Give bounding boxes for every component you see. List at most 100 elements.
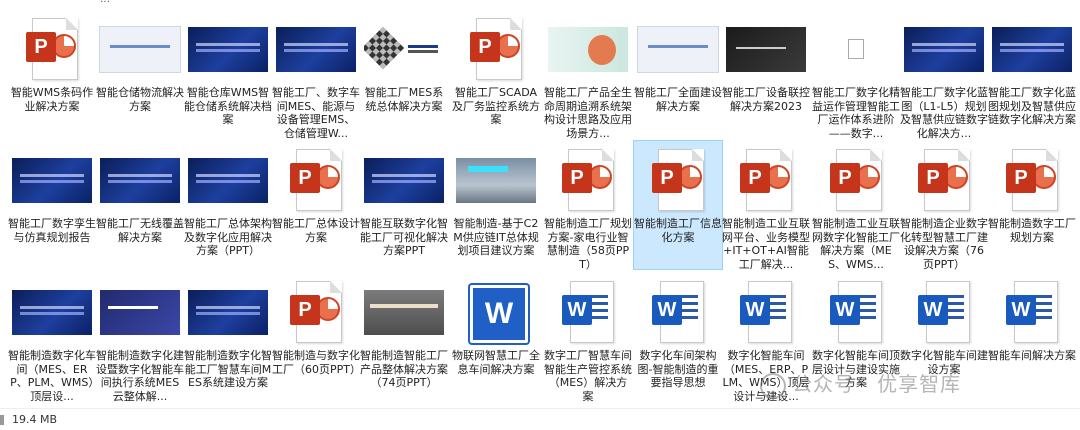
watermark: 公众号 · 优享智库: [760, 368, 961, 399]
file-thumbnail: [98, 275, 182, 349]
file-name: 智能制造工业互联网数字化智能工厂解决方案（MES、WMS...: [812, 217, 900, 271]
status-bar-marker: [0, 415, 4, 425]
file-item[interactable]: W 数字化车间架构图-智能制造的重要指导思想: [634, 273, 722, 401]
file-item[interactable]: P 智能工厂SCADA及厂务监控系统方案: [452, 10, 540, 138]
file-item[interactable]: W 数字工厂智慧车间智能生产管控系统（MES）解决方案: [544, 273, 632, 403]
file-item[interactable]: 智能制造数字化建设暨数字化智能车间执行系统MES云整体解...: [96, 273, 184, 403]
powerpoint-file-icon: P: [470, 18, 522, 80]
file-name: 智能工厂产品全生命周期追溯系统架构设计思路及应用场景方...: [544, 86, 632, 140]
file-thumbnail: P: [274, 143, 358, 217]
slide-preview-image: [12, 157, 92, 203]
powerpoint-file-icon: P: [26, 18, 78, 80]
file-item[interactable]: P 智能制造与数字化工厂（60页PPT）: [272, 273, 360, 401]
file-item[interactable]: 智能制造智能工厂产品整体解决方案（74页PPT）: [360, 273, 448, 401]
file-thumbnail: [10, 143, 94, 217]
file-name: 智能制造企业数字化转型智慧工厂建设解决方案（76页PPT）: [900, 217, 988, 271]
file-item[interactable]: 智能工厂设备联控解决方案2023: [722, 10, 810, 138]
file-name: 智能制造智能工厂产品整体解决方案（74页PPT）: [360, 349, 448, 389]
file-name: 智能工厂全面建设解决方案: [634, 86, 722, 113]
powerpoint-file-icon: P: [562, 149, 614, 211]
file-thumbnail: [186, 143, 270, 217]
file-thumbnail: P: [546, 143, 630, 217]
word-file-icon: W: [740, 281, 792, 343]
file-item[interactable]: 智能仓储物流解决方案: [96, 10, 184, 138]
slide-preview-image: [100, 289, 180, 335]
powerpoint-file-icon: P: [740, 149, 792, 211]
powerpoint-file-icon: P: [918, 149, 970, 211]
file-name: 智能WMS条码作业解决方案: [10, 86, 94, 113]
file-name: 智能制造工业互联网平台、业务模型+IT+OT+AI智能工厂解决...: [722, 217, 810, 271]
slide-preview-image: [456, 157, 536, 203]
slide-preview-image: [188, 157, 268, 203]
file-name: 智能工厂数字化精益运作管理智能工厂运作体系进阶——数字...: [812, 86, 900, 140]
top-cutoff-strip: …: [0, 0, 1080, 8]
file-thumbnail: [10, 275, 94, 349]
file-thumbnail: [362, 12, 446, 86]
slide-preview-image: [364, 157, 444, 203]
file-item[interactable]: 智能工厂数字化蓝图规划及智慧供应链数字化解决方案: [988, 10, 1076, 138]
file-name: 物联网智慧工厂全息车间解决方案: [452, 349, 540, 376]
file-item[interactable]: 智能制造数字化智能工厂智慧车间MES系统建设方案: [184, 273, 272, 401]
file-item[interactable]: P 智能制造企业数字化转型智慧工厂建设解决方案（76页PPT）: [900, 141, 988, 271]
file-item[interactable]: 智能工厂数字孪生与仿真规划报告: [8, 141, 96, 269]
file-name: 智能工厂无线覆盖解决方案: [96, 217, 184, 244]
file-item[interactable]: 智能工厂、数字车间MES、能源与设备管理EMS、仓储管理W...: [272, 10, 360, 140]
file-thumbnail: [362, 143, 446, 217]
file-item[interactable]: P 智能制造工厂信息化方案: [633, 140, 723, 270]
file-name: 智能互联数字化智能工厂可视化解决方案PPT: [360, 217, 448, 257]
file-item[interactable]: 智能工厂总体架构及数字化应用解决方案（PPT）: [184, 141, 272, 269]
slide-preview-image: [276, 26, 356, 72]
powerpoint-file-icon: P: [290, 281, 342, 343]
file-item[interactable]: 智能互联数字化智能工厂可视化解决方案PPT: [360, 141, 448, 269]
file-name: 智能车间解决方案: [988, 349, 1076, 362]
file-grid: P 智能WMS条码作业解决方案 智能仓储物流解决方案 智能仓库WMS智能仓储系统解决档…: [0, 8, 1080, 408]
file-item[interactable]: 智能工厂数字化精益运作管理智能工厂运作体系进阶——数字...: [812, 10, 900, 140]
word-file-icon: W: [830, 281, 882, 343]
file-item[interactable]: 智能工厂无线覆盖解决方案: [96, 141, 184, 269]
file-item[interactable]: 智能制造数字化车间（MES、ERP、PLM、WMS）顶层设...: [8, 273, 96, 403]
file-item[interactable]: P 智能制造工业互联网平台、业务模型+IT+OT+AI智能工厂解决...: [722, 141, 810, 271]
word-file-icon: W: [652, 281, 704, 343]
slide-preview-image: [188, 26, 268, 72]
slide-preview-image: [188, 289, 268, 335]
file-name: 智能工厂总体架构及数字化应用解决方案（PPT）: [184, 217, 272, 257]
file-name: 智能制造数字化车间（MES、ERP、PLM、WMS）顶层设...: [8, 349, 96, 403]
file-name: 智能工厂数字化蓝图（L1-L5）规划及智慧供应链数字化解决方...: [900, 86, 988, 140]
file-item[interactable]: 智能制造-基于C2M供应链IT总体规划项目建议方案: [452, 141, 540, 269]
file-thumbnail: [186, 275, 270, 349]
file-name: 智能工厂MES系统总体解决方案: [364, 86, 444, 113]
file-item[interactable]: 智能工厂产品全生命周期追溯系统架构设计思路及应用场景方...: [544, 10, 632, 140]
file-thumbnail: W: [546, 275, 630, 349]
file-item[interactable]: 智能工厂数字化蓝图（L1-L5）规划及智慧供应链数字化解决方...: [900, 10, 988, 140]
file-item[interactable]: P 智能制造工业互联网数字化智能工厂解决方案（MES、WMS...: [812, 141, 900, 271]
file-thumbnail: W: [902, 275, 986, 349]
file-name: 智能制造数字工厂规划方案: [988, 217, 1076, 244]
file-name: 智能工厂数字化蓝图规划及智慧供应链数字化解决方案: [988, 86, 1076, 126]
slide-preview-image: [364, 26, 444, 72]
file-thumbnail: P: [454, 12, 538, 86]
file-item[interactable]: 智能仓库WMS智能仓储系统解决档案: [184, 10, 272, 138]
file-item[interactable]: W 物联网智慧工厂全息车间解决方案: [452, 273, 540, 401]
word-file-icon: W: [562, 281, 614, 343]
file-name: 智能仓库WMS智能仓储系统解决档案: [184, 86, 272, 126]
file-name: 智能制造数字化建设暨数字化智能车间执行系统MES云整体解...: [96, 349, 184, 403]
file-thumbnail: P: [10, 12, 94, 86]
file-name: 智能制造与数字化工厂（60页PPT）: [272, 349, 360, 376]
file-thumbnail: W: [454, 275, 538, 349]
file-thumbnail: P: [274, 275, 358, 349]
file-name: 智能制造工厂规划方案-家电行业智慧制造（58页PPT）: [544, 217, 632, 271]
file-item[interactable]: W 智能车间解决方案: [988, 273, 1076, 401]
file-item[interactable]: 智能工厂MES系统总体解决方案: [360, 10, 448, 138]
file-name: 智能工厂SCADA及厂务监控系统方案: [452, 86, 540, 126]
file-item[interactable]: P 智能WMS条码作业解决方案: [8, 10, 96, 138]
file-name: 智能制造工厂信息化方案: [634, 217, 722, 244]
file-item[interactable]: P 智能工厂总体设计方案: [272, 141, 360, 269]
file-item[interactable]: P 智能制造数字工厂规划方案: [988, 141, 1076, 269]
file-item[interactable]: 智能工厂全面建设解决方案: [634, 10, 722, 138]
file-thumbnail: [454, 143, 538, 217]
slide-preview-image: [364, 289, 444, 335]
file-item[interactable]: P 智能制造工厂规划方案-家电行业智慧制造（58页PPT）: [544, 141, 632, 271]
file-name: 智能仓储物流解决方案: [96, 86, 184, 113]
status-bar: 19.4 MB: [0, 408, 1080, 430]
slide-preview-image: [637, 25, 719, 73]
